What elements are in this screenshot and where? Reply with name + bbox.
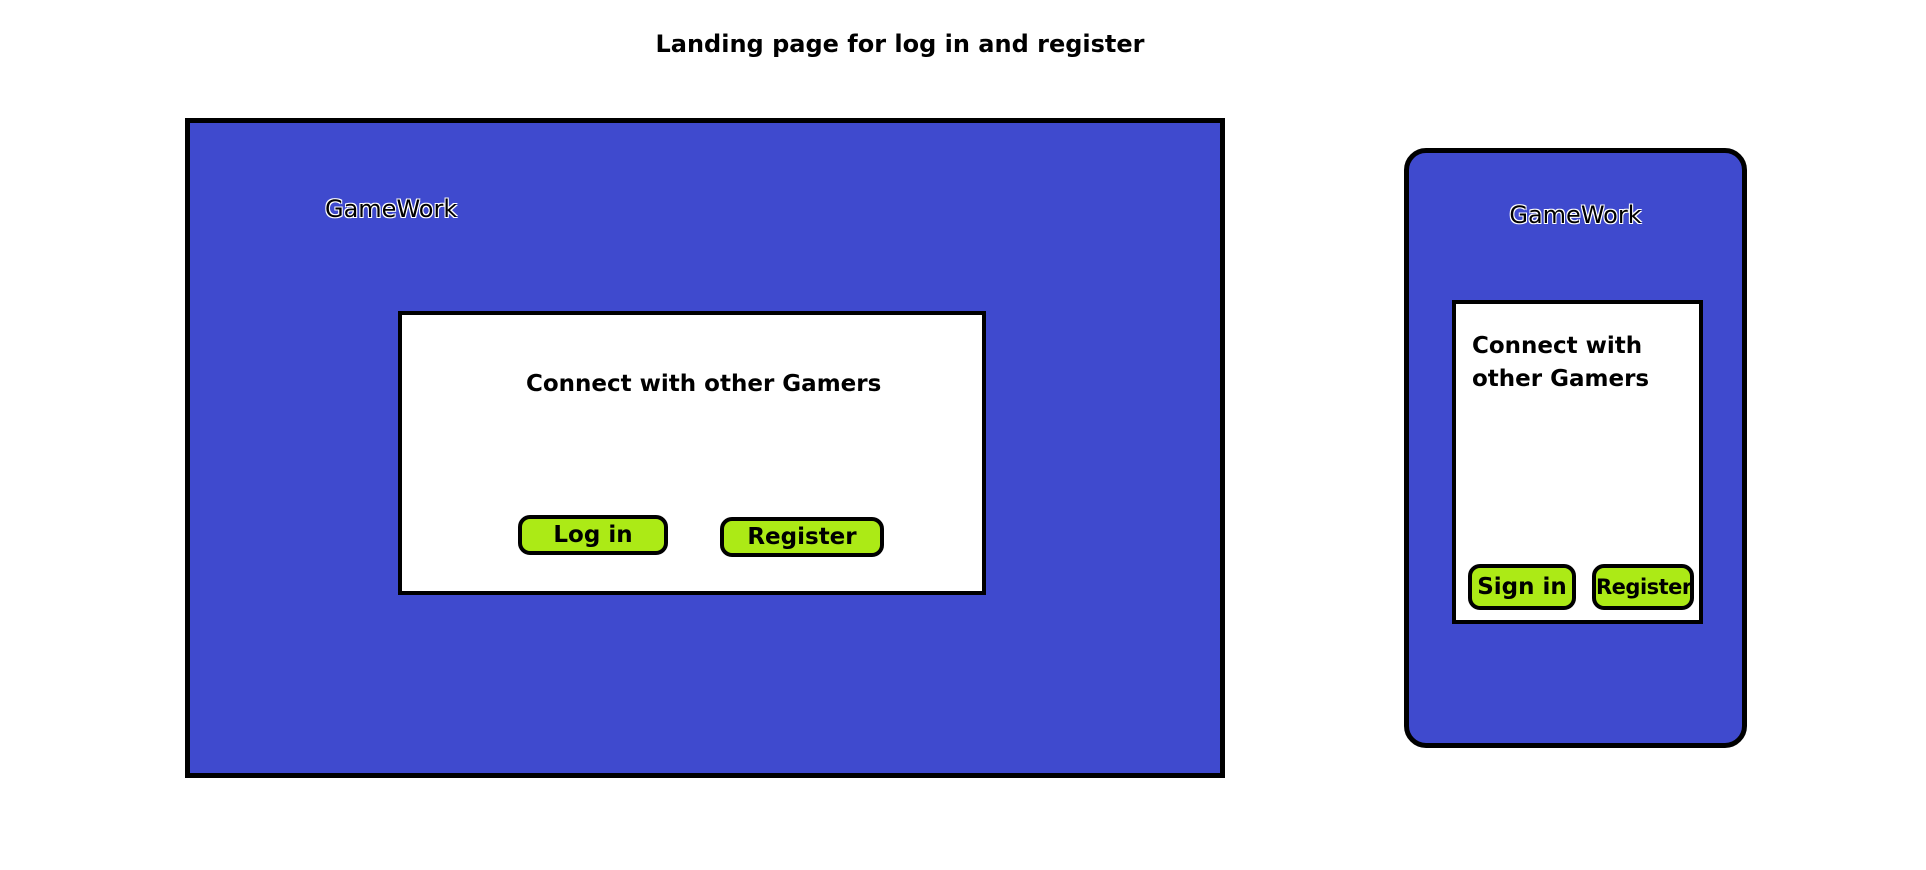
desktop-login-button[interactable]: Log in [518,515,668,555]
mobile-brand-logo: GameWork [1509,201,1642,229]
page-title: Landing page for log in and register [655,30,1145,58]
desktop-tagline: Connect with other Gamers [526,371,882,397]
mobile-signin-button[interactable]: Sign in [1468,564,1576,610]
desktop-brand-logo: GameWork [325,195,458,223]
mobile-tagline: Connect with other Gamers [1472,333,1650,392]
desktop-mockup: GameWork Connect with other Gamers Log i… [185,118,1225,778]
desktop-landing-card: Connect with other Gamers Log in Registe… [398,311,986,595]
desktop-register-button[interactable]: Register [720,517,884,557]
mobile-register-button[interactable]: Register [1592,564,1694,610]
mobile-landing-card: Connect with other Gamers Sign in Regist… [1452,300,1703,624]
mobile-mockup: GameWork Connect with other Gamers Sign … [1404,148,1747,748]
